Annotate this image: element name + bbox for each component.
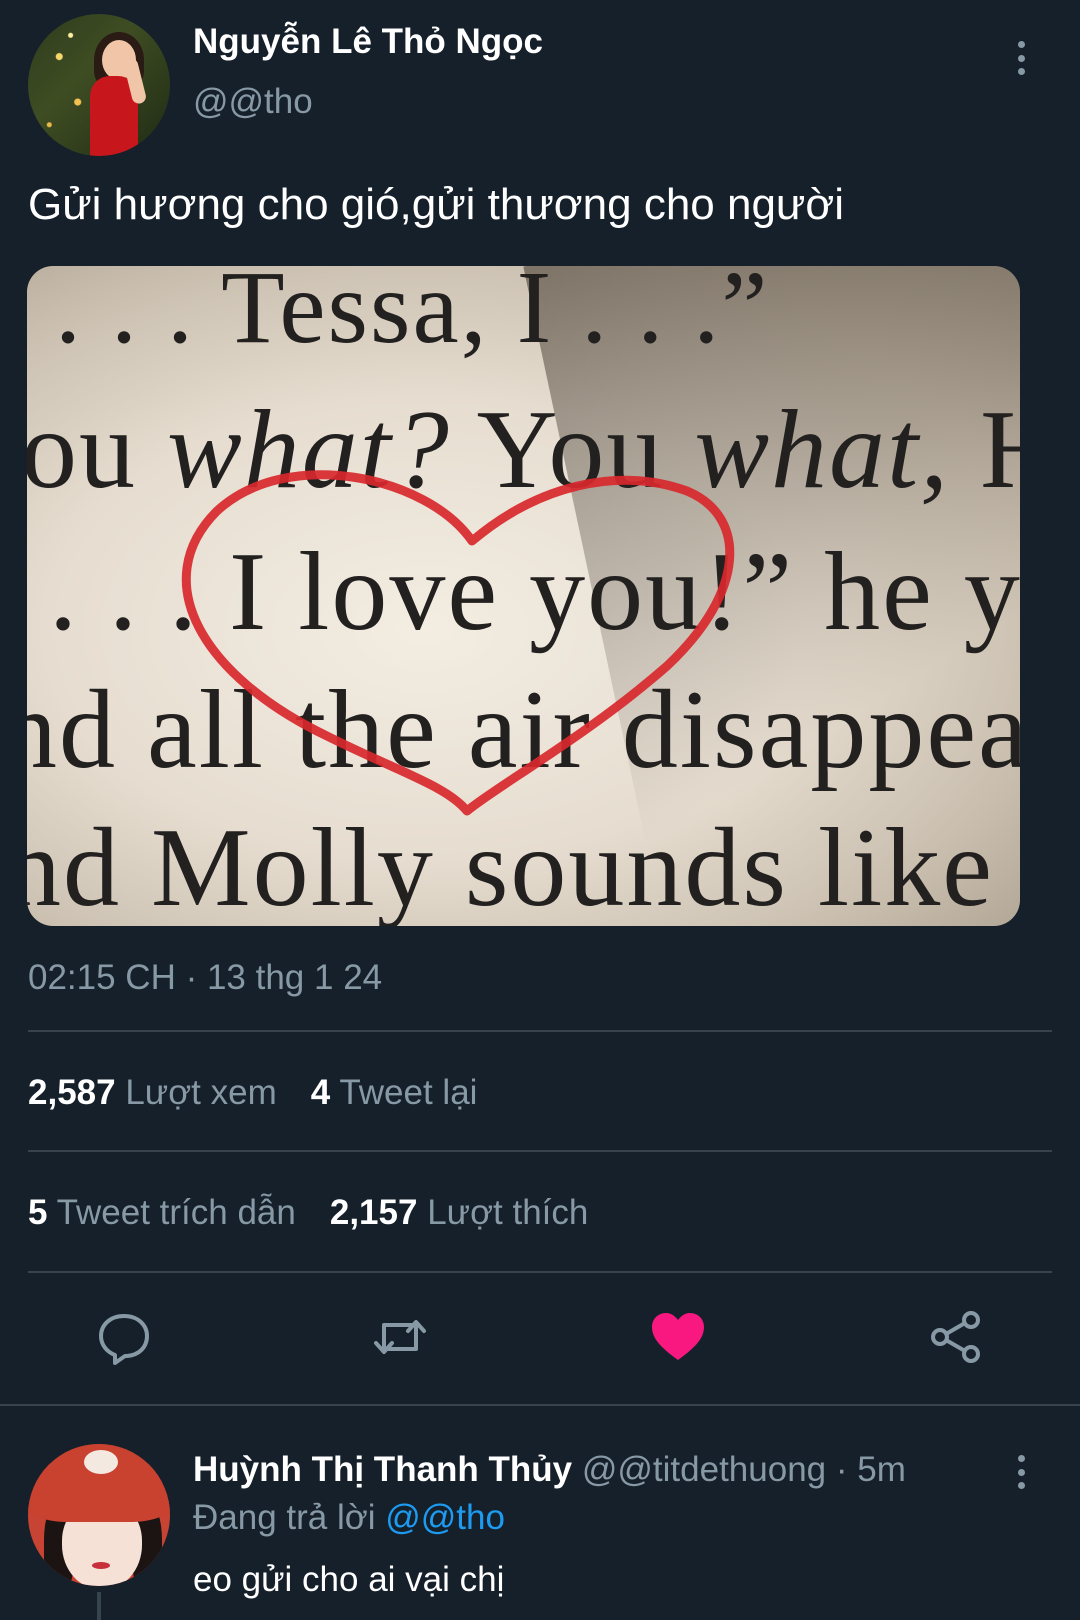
reply-author-name[interactable]: Huỳnh Thị Thanh Thủy [193, 1450, 572, 1489]
share-button[interactable] [926, 1307, 986, 1367]
likes-stat[interactable]: 2,157 Lượt thích [330, 1193, 589, 1232]
replying-to-mention[interactable]: @@tho [385, 1498, 505, 1537]
author-handle[interactable]: @@tho [193, 82, 313, 122]
divider [28, 1150, 1052, 1152]
reply-author-handle[interactable]: @@titdethuong [582, 1450, 826, 1489]
views-stat[interactable]: 2,587 Lượt xem [28, 1073, 277, 1112]
reply-icon [99, 1314, 149, 1365]
tweet-detail-screen: Nguyễn Lê Thỏ Ngọc @@tho Gửi hương cho g… [0, 0, 1080, 1620]
tweet-image[interactable]: . . . Tessa, I . . .” ou what? You what,… [27, 266, 1020, 926]
divider [28, 1271, 1052, 1273]
retweets-stat[interactable]: 4 Tweet lại [311, 1073, 478, 1112]
avatar-lips [92, 1562, 110, 1569]
reply-author-avatar[interactable] [28, 1444, 170, 1586]
thread-line [97, 1592, 101, 1620]
tweet-timestamp: 02:15 CH · 13 thg 1 24 [28, 958, 383, 997]
reply-header: Huỳnh Thị Thanh Thủy @@titdethuong · 5m [193, 1450, 906, 1490]
share-icon [931, 1311, 980, 1363]
divider [28, 1030, 1052, 1032]
tweet-text: Gửi hương cho gió,gửi thương cho người [28, 180, 845, 229]
replying-to: Đang trả lời @@tho [193, 1498, 505, 1538]
retweet-icon [374, 1320, 426, 1354]
author-name[interactable]: Nguyễn Lê Thỏ Ngọc [193, 22, 543, 62]
reply-more-options-icon[interactable] [1009, 1452, 1033, 1492]
reply-text: eo gửi cho ai vại chị [193, 1560, 505, 1599]
quotes-stat[interactable]: 5 Tweet trích dẫn [28, 1193, 296, 1232]
like-button[interactable] [648, 1307, 708, 1367]
author-avatar[interactable] [28, 14, 170, 156]
retweet-button[interactable] [370, 1307, 430, 1367]
stats-row: 5 Tweet trích dẫn 2,157 Lượt thích [28, 1193, 588, 1233]
avatar-hat-badge [84, 1450, 118, 1474]
more-options-icon[interactable] [1009, 38, 1033, 78]
reply-time: · 5m [826, 1450, 906, 1489]
drawn-heart-icon [181, 470, 735, 816]
replying-to-label: Đang trả lời [193, 1498, 386, 1537]
stats-row: 2,587 Lượt xem 4 Tweet lại [28, 1073, 477, 1113]
heart-icon [652, 1313, 704, 1360]
section-divider [0, 1404, 1080, 1406]
reply-button[interactable] [94, 1307, 154, 1367]
